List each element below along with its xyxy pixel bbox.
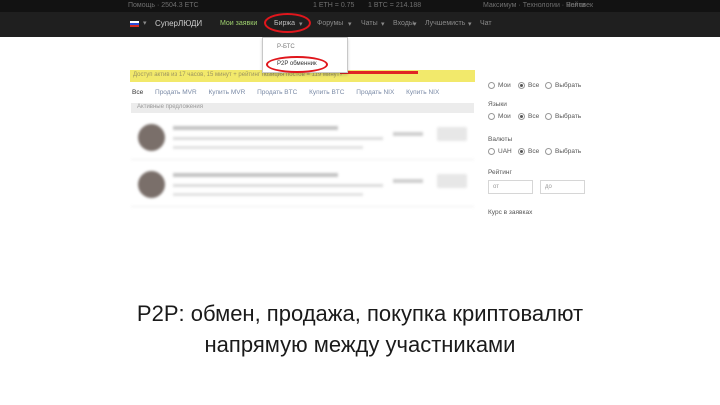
filter-currency-all[interactable]: Все	[518, 148, 539, 155]
radio-icon[interactable]	[518, 148, 525, 155]
radio-icon[interactable]	[545, 113, 552, 120]
tab-buy-mvr[interactable]: Купить MVR	[208, 89, 245, 96]
chevron-down-icon: ▾	[143, 20, 147, 27]
filter-lang-all[interactable]: Все	[518, 113, 539, 120]
filter-currency-choose[interactable]: Выбрать	[545, 148, 581, 155]
radio-icon[interactable]	[488, 113, 495, 120]
offer-tabs: Все Продать MVR Купить MVR Продать BTC К…	[132, 89, 449, 96]
filter-lang-choose[interactable]: Выбрать	[545, 113, 581, 120]
offers-list-title: Активные предложения	[137, 104, 204, 110]
nav-item-best[interactable]: Лучшемисть	[425, 20, 465, 27]
chevron-down-icon: ▾	[381, 21, 385, 28]
radio-icon[interactable]	[488, 82, 495, 89]
caption-line-2: напрямую между участниками	[204, 332, 516, 357]
nav-item-entries[interactable]: Входы	[393, 20, 414, 27]
btc-rate: 1 BTC = 214.188	[368, 2, 422, 9]
filter-label-currencies: Валюты	[488, 136, 513, 143]
avatar	[138, 124, 165, 151]
nav-item-chat[interactable]: Чат	[480, 20, 492, 27]
offer-action-button[interactable]	[437, 127, 467, 141]
list-item[interactable]	[131, 115, 474, 160]
rating-to-input[interactable]: до	[540, 180, 585, 194]
main-navbar: ▾ СуперЛЮДИ Мои заявки Биржа ▾ Форумы ▾ …	[0, 12, 720, 37]
nav-item-chats[interactable]: Чаты	[361, 20, 378, 27]
tab-sell-mvr[interactable]: Продать MVR	[155, 89, 197, 96]
tab-buy-btc[interactable]: Купить BTC	[309, 89, 344, 96]
chevron-down-icon: ▾	[413, 21, 417, 28]
filter-label-languages: Языки	[488, 101, 507, 108]
filter-label-rating: Рейтинг	[488, 169, 512, 176]
radio-icon[interactable]	[545, 148, 552, 155]
dropdown-item-btc[interactable]: P-БТС	[277, 44, 295, 50]
radio-icon[interactable]	[518, 82, 525, 89]
highlight-ring-p2p	[266, 56, 328, 73]
top-strip-left: Помощь · 2504.3 ЕТС	[128, 2, 199, 9]
radio-icon[interactable]	[488, 148, 495, 155]
chevron-down-icon: ▾	[348, 21, 352, 28]
nav-item-forums[interactable]: Форумы	[317, 20, 343, 27]
nav-item-my-orders[interactable]: Мои заявки	[220, 20, 257, 27]
tab-sell-btc[interactable]: Продать BTC	[257, 89, 297, 96]
tab-buy-nix[interactable]: Купить NIX	[406, 89, 439, 96]
eth-rate: 1 ETH = 0.75	[313, 2, 355, 9]
offer-action-button[interactable]	[437, 174, 467, 188]
highlight-ring-exchange	[264, 13, 311, 33]
list-item[interactable]	[131, 162, 474, 207]
filter-option-mine[interactable]: Мои	[488, 82, 511, 89]
avatar	[138, 171, 165, 198]
filter-option-choose[interactable]: Выбрать	[545, 82, 581, 89]
brand-logo[interactable]: СуперЛЮДИ	[155, 19, 202, 28]
radio-icon[interactable]	[545, 82, 552, 89]
caption-line-1: P2P: обмен, продажа, покупка криптовалют	[136, 301, 584, 326]
filter-label-rate: Курс в заявках	[488, 209, 533, 216]
top-info-strip: Помощь · 2504.3 ЕТС 1 ETH = 0.75 1 BTC =…	[0, 0, 720, 12]
filter-option-all[interactable]: Все	[518, 82, 539, 89]
notice-warning-bar	[340, 71, 418, 74]
slide-caption: P2P: обмен, продажа, покупка криптовалют…	[0, 298, 720, 360]
tab-all[interactable]: Все	[132, 89, 143, 96]
filter-lang-mine[interactable]: Мои	[488, 113, 511, 120]
login-link[interactable]: Войти	[566, 2, 586, 9]
chevron-down-icon: ▾	[468, 21, 472, 28]
filter-currency-uah[interactable]: UAH	[488, 148, 512, 155]
russian-flag-icon[interactable]	[130, 21, 139, 27]
tab-sell-nix[interactable]: Продать NIX	[356, 89, 394, 96]
rating-from-input[interactable]: от	[488, 180, 533, 194]
radio-icon[interactable]	[518, 113, 525, 120]
offers-list-header: Активные предложения	[131, 103, 474, 113]
